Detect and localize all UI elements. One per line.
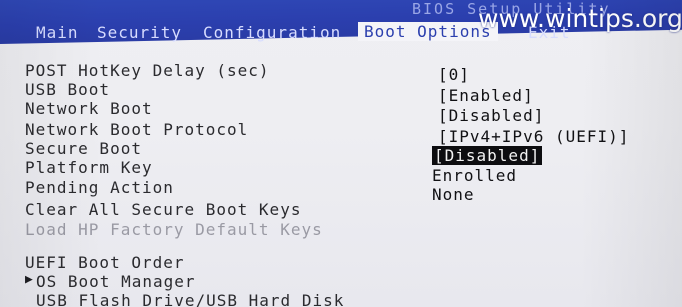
setting-value-network-boot[interactable]: [Disabled] xyxy=(438,106,544,125)
setting-label-pending-action: Pending Action xyxy=(25,178,174,197)
setting-label-network-boot-protocol[interactable]: Network Boot Protocol xyxy=(25,120,248,139)
boot-order-title: UEFI Boot Order xyxy=(25,253,185,272)
setting-value-platform-key: Enrolled xyxy=(432,166,518,185)
setting-label-clear-secure-boot-keys[interactable]: Clear All Secure Boot Keys xyxy=(25,200,301,219)
boot-order-item-os-boot-manager[interactable]: OS Boot Manager xyxy=(36,272,196,291)
setting-value-network-boot-protocol[interactable]: [IPv4+IPv6 (UEFI)] xyxy=(438,127,629,146)
tab-main[interactable]: Main xyxy=(36,23,79,42)
setting-label-network-boot[interactable]: Network Boot xyxy=(25,99,153,118)
watermark-text: www.wintips.org xyxy=(478,4,682,33)
setting-value-pending-action: None xyxy=(432,185,475,204)
setting-label-platform-key: Platform Key xyxy=(25,158,153,177)
boot-order-item-usb-flash-drive[interactable]: USB Flash Drive/USB Hard Disk xyxy=(36,291,344,307)
setting-value-post-hotkey-delay[interactable]: [0] xyxy=(438,65,470,84)
setting-value-usb-boot[interactable]: [Enabled] xyxy=(438,86,534,105)
tab-boot-options[interactable]: Boot Options xyxy=(358,22,498,41)
tab-configuration[interactable]: Configuration xyxy=(203,23,341,42)
setting-value-secure-boot[interactable]: [Disabled] xyxy=(432,146,543,165)
setting-label-usb-boot[interactable]: USB Boot xyxy=(25,80,110,99)
setting-label-load-hp-default-keys: Load HP Factory Default Keys xyxy=(25,220,323,239)
selection-arrow-icon: ▶ xyxy=(25,272,33,287)
bios-screen: BIOS Setup Utility Main Security Configu… xyxy=(0,0,682,307)
setting-label-secure-boot[interactable]: Secure Boot xyxy=(25,139,142,158)
tab-security[interactable]: Security xyxy=(97,23,182,42)
setting-label-post-hotkey-delay[interactable]: POST HotKey Delay (sec) xyxy=(25,61,270,80)
